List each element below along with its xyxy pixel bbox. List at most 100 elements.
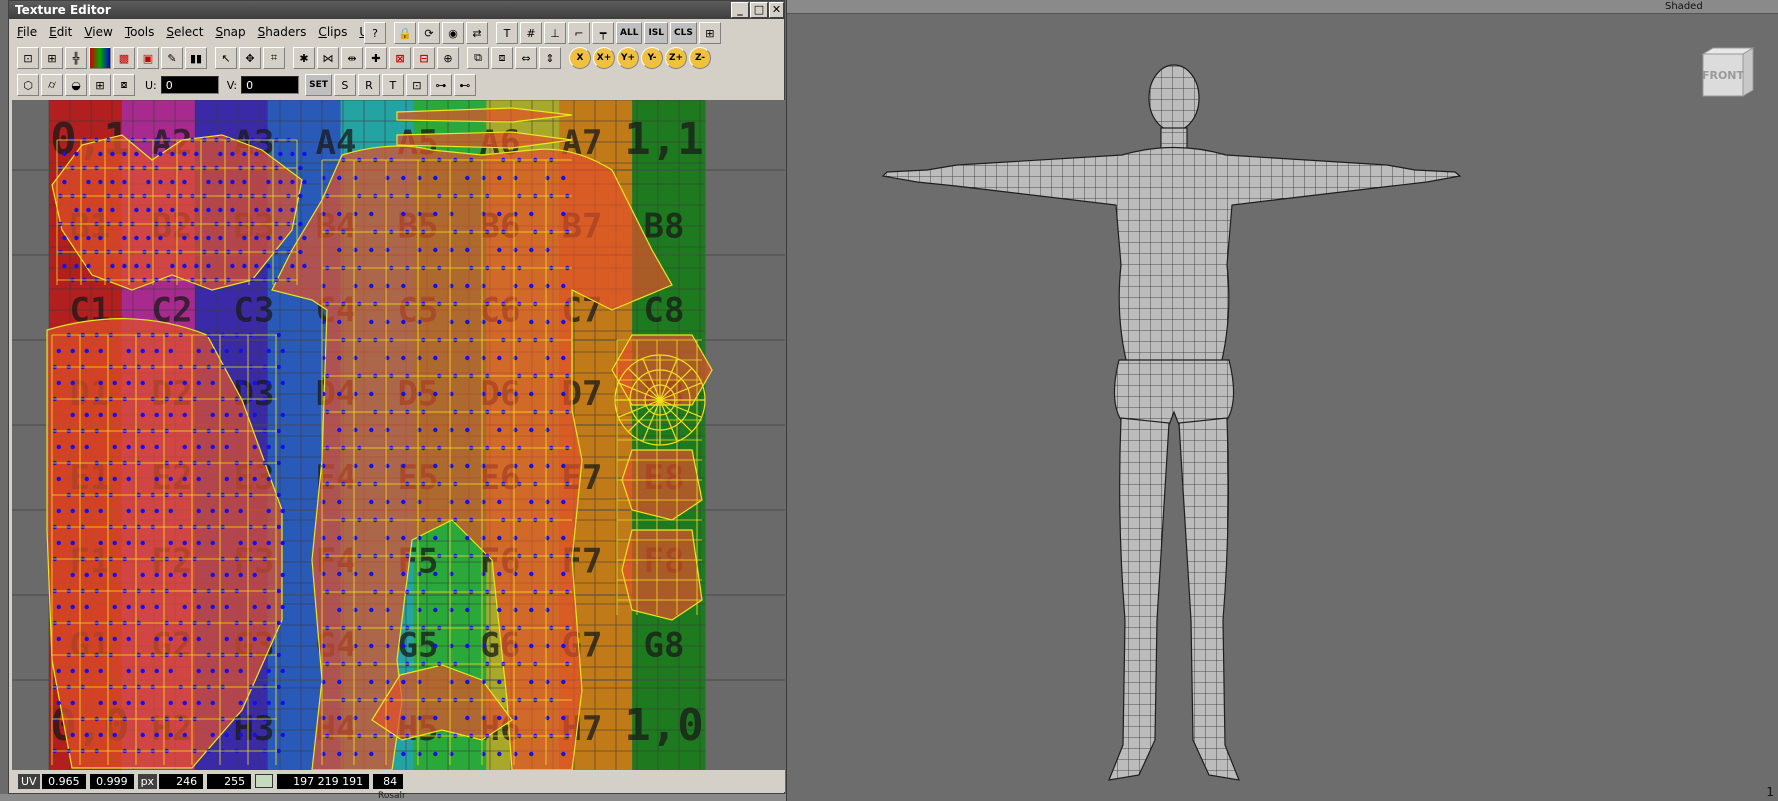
menu-bar: File Edit View Tools Select Snap Shaders… [9,20,383,44]
axis-z-plus-button[interactable]: Z+ [665,47,687,69]
uv-canvas[interactable]: 0,1A2A3A4A5A6A71,1B1B2B3B4B5B6B7B8C1C2C3… [12,100,785,770]
axis-z-minus-button[interactable]: Z- [689,47,711,69]
paint-icon[interactable]: ✎ [161,47,183,69]
texture-column [632,100,706,770]
checker-icon[interactable]: ▩ [113,47,135,69]
fit-icon[interactable]: ⊡ [405,74,428,96]
grid-lines-icon[interactable]: ╬ [65,47,87,69]
set-button[interactable]: SET [305,74,332,96]
body-mesh [881,64,1462,781]
box-project-icon[interactable]: ⬡ [17,74,39,96]
toolbar-top: ? 🔒 ⟳ ◉ ⇄ T # ⊥ ⌐ ┯ ALL ISL CLS ⊞ [364,22,723,44]
texture-cell-label: G8 [644,625,685,665]
planar-project-icon[interactable]: ⊞ [89,74,111,96]
close-button[interactable]: ✕ [769,2,784,18]
minimize-button[interactable]: _ [731,2,749,18]
menu-select[interactable]: Select [166,25,203,39]
move-icon[interactable]: ✥ [239,47,261,69]
select-island-button[interactable]: ISL [644,22,669,44]
stack-icon[interactable]: ┯ [592,22,614,44]
cycle-icon[interactable]: ◉ [442,22,464,44]
axis-y-minus-button[interactable]: Y- [641,47,663,69]
uv-u-readout: 0.965 [41,773,86,789]
axis-y-plus-button[interactable]: Y+ [617,47,639,69]
stitch-icon[interactable]: ⊠ [389,47,411,69]
menu-clips[interactable]: Clips [318,25,347,39]
menu-tools[interactable]: Tools [125,25,155,39]
maximize-button[interactable]: □ [750,2,768,18]
rgb-readout: 197 219 191 [277,773,370,789]
lock-icon[interactable]: 🔒 [394,22,416,44]
select-all-button[interactable]: ALL [616,22,643,44]
cube-fold-icon[interactable]: ⧇ [113,74,135,96]
menu-shaders[interactable]: Shaders [258,25,307,39]
copy-uv-icon[interactable]: ⧉ [467,47,489,69]
uv-tag: UV [18,773,40,789]
window-title: Texture Editor [15,3,111,17]
texture-editor-window: Texture Editor _ □ ✕ File Edit View Tool… [8,0,785,794]
u-field[interactable]: 0 [160,76,219,94]
translate-icon[interactable]: T [381,74,404,96]
rotate-icon[interactable]: R [357,74,380,96]
pair-icon[interactable]: ▮▮ [185,47,207,69]
v-label: V: [226,78,238,92]
v-field[interactable]: 0 [241,76,300,94]
node-icon[interactable]: ⊶ [429,74,452,96]
toolbar-bottom: ⬡ ⌭ ◒ ⊞ ⧇ U: 0 V: 0 SET S R T ⊡ ⊶ ⊷ [17,74,478,96]
flip-v-icon[interactable]: ⇕ [539,47,561,69]
refresh-icon[interactable]: ⟳ [418,22,440,44]
uv-layout[interactable]: 0,1A2A3A4A5A6A71,1B1B2B3B4B5B6B7B8C1C2C3… [12,100,785,770]
texture-editor-titlebar[interactable]: Texture Editor _ □ ✕ [9,1,784,19]
axis-x-button[interactable]: X [569,47,591,69]
texture-cell-label: B8 [644,207,685,247]
link-icon[interactable]: ⊷ [453,74,476,96]
uv-radial-island[interactable] [614,354,706,446]
texture-cell-label: H3 [234,709,275,749]
human-mesh-model[interactable] [787,0,1778,801]
swap-icon[interactable]: ⇄ [466,22,488,44]
view-cube-label: FRONT [1702,69,1745,82]
crop-icon[interactable]: ⌗ [263,47,285,69]
plus-icon[interactable]: ✚ [365,47,387,69]
viewport-number: 1 [1766,785,1774,799]
align-icon[interactable]: ⇹ [341,47,363,69]
axis-x-plus-button[interactable]: X+ [593,47,615,69]
grid-snap-icon[interactable]: # [520,22,542,44]
color-swatch [255,774,274,788]
px-y-readout: 255 [207,773,252,789]
scale-icon[interactable]: S [333,74,356,96]
uv-grid-icon[interactable]: ⊞ [698,22,721,44]
menu-edit[interactable]: Edit [49,25,72,39]
pointer-icon[interactable]: ↖ [215,47,237,69]
menu-snap[interactable]: Snap [215,25,245,39]
cylinder-project-icon[interactable]: ⌭ [41,74,63,96]
view-cube[interactable]: FRONT [1697,46,1757,102]
texture-cell-label: 1,1 [624,114,703,165]
snowflake-icon[interactable]: ✱ [293,47,315,69]
color-grid-icon[interactable] [89,47,111,69]
uv-island[interactable] [621,529,703,621]
menu-view[interactable]: View [84,25,112,39]
select-uv-icon[interactable]: ⊡ [17,47,39,69]
clear-selection-button[interactable]: CLS [670,22,697,44]
paste-uv-icon[interactable]: ⧈ [491,47,513,69]
sphere-project-icon[interactable]: ◒ [65,74,87,96]
target-icon[interactable]: ⊕ [437,47,459,69]
menu-file[interactable]: File [17,25,37,39]
text-tool-icon[interactable]: T [496,22,518,44]
alpha-readout: 84 [373,773,404,789]
pin-icon[interactable]: ⊥ [544,22,566,44]
toolbar-middle: ⊡ ⊞ ╬ ▩ ▣ ✎ ▮▮ ↖ ✥ ⌗ ✱ ⋈ ⇹ ✚ ⊠ ⊟ ⊕ ⧉ ⧈ ⇔… [17,47,713,69]
relax-icon[interactable]: ⋈ [317,47,339,69]
weld-icon[interactable]: ⊟ [413,47,435,69]
flip-h-icon[interactable]: ⇔ [515,47,537,69]
3d-viewport[interactable]: Shaded FRONT 1 [786,0,1778,801]
u-label: U: [145,78,157,92]
checker-alt-icon[interactable]: ▣ [137,47,159,69]
edge-icon[interactable]: ⌐ [568,22,590,44]
select-grid-icon[interactable]: ⊞ [41,47,63,69]
px-x-readout: 246 [159,773,204,789]
bottom-label: Rosalr [378,791,406,801]
texture-cell-label: C8 [644,290,685,330]
help-icon[interactable]: ? [364,22,386,44]
